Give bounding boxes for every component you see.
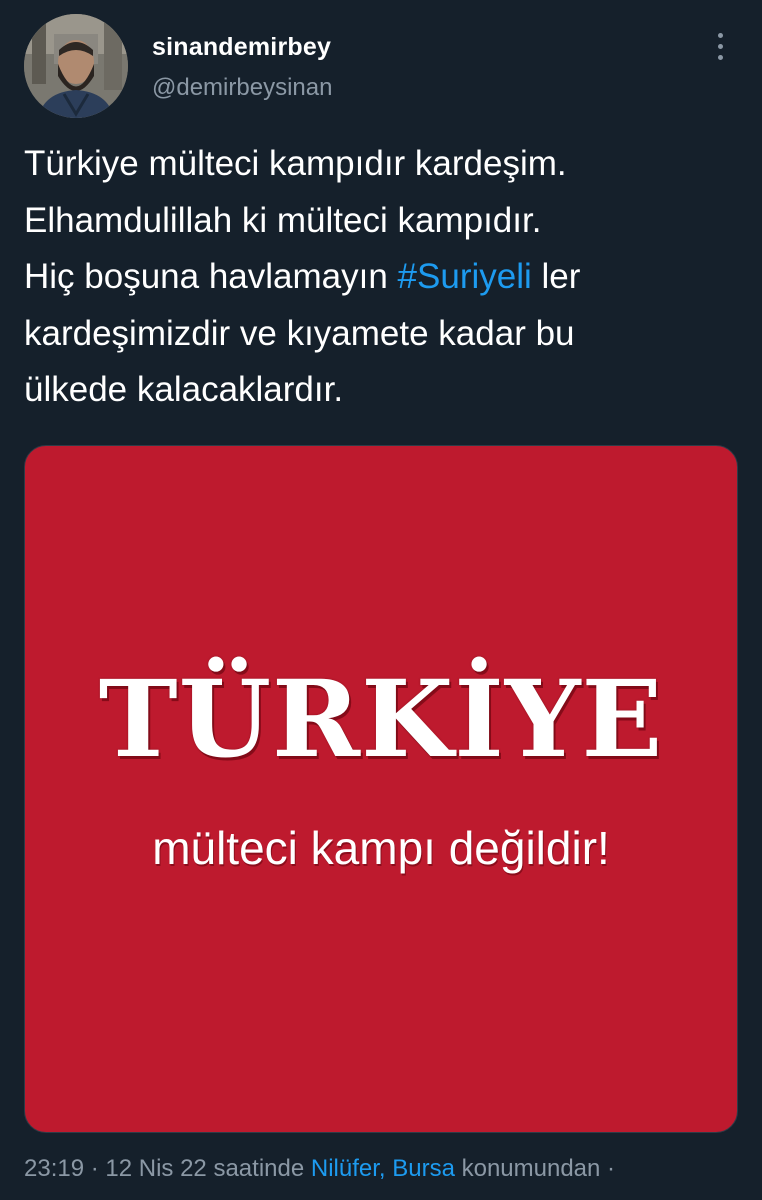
media-subtitle: mülteci kampı değildir! xyxy=(152,822,610,874)
hashtag-link[interactable]: #Suriyeli xyxy=(398,257,532,296)
tweet-line: Hiç boşuna havlamayın #Suriyeli ler xyxy=(24,249,744,306)
more-dot xyxy=(718,33,723,38)
display-name[interactable]: sinandemirbey xyxy=(152,33,331,62)
meta-text: saatinde xyxy=(206,1155,311,1182)
tweet-media-image[interactable]: TÜRKİYE mülteci kampı değildir! xyxy=(24,445,738,1133)
more-dots-icon[interactable] xyxy=(705,30,735,64)
tweet-line: ülkede kalacaklardır. xyxy=(24,370,344,409)
tweet-line-text: ler xyxy=(531,257,581,296)
tweet-line: Elhamdulillah ki mülteci kampıdır. xyxy=(24,200,542,240)
tweet: sinandemirbey @demirbeysinan Türkiye mül… xyxy=(0,0,762,1200)
tweet-line: Türkiye mülteci kampıdır kardeşim. xyxy=(24,144,567,183)
avatar[interactable] xyxy=(24,14,128,118)
tweet-line: kardeşimizdir ve kıyamete kadar bu xyxy=(24,313,575,353)
tweet-time[interactable]: 23:19 xyxy=(24,1155,84,1182)
tweet-line-text: Hiç boşuna havlamayın xyxy=(24,257,398,296)
location-link[interactable]: Nilüfer, Bursa xyxy=(311,1155,455,1182)
tweet-text: Türkiye mülteci kampıdır kardeşim. Elham… xyxy=(24,136,744,419)
more-dot xyxy=(718,44,723,49)
meta-text: konumundan · xyxy=(454,1155,616,1182)
separator: · xyxy=(84,1155,106,1182)
tweet-meta: 23:19 · 12 Nis 22 saatinde Nilüfer, Burs… xyxy=(24,1155,615,1183)
more-dot xyxy=(718,55,723,60)
media-headline: TÜRKİYE xyxy=(98,656,664,781)
user-handle[interactable]: @demirbeysinan xyxy=(152,74,332,102)
tweet-date[interactable]: 12 Nis 22 xyxy=(105,1155,206,1182)
avatar-image xyxy=(24,14,128,118)
